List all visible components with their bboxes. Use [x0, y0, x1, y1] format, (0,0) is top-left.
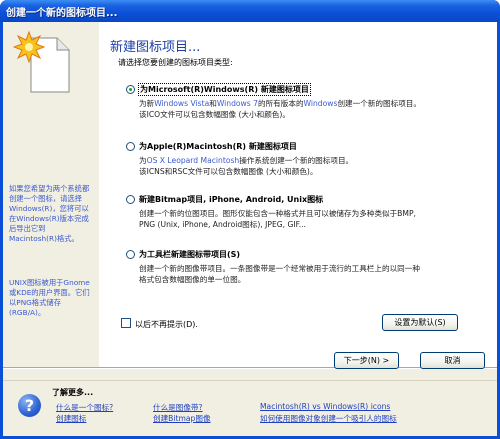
desc-segment: OS X Leopard Macintosh	[146, 156, 240, 165]
option-toolbar-strip-desc: 创建一个新的图像带项目。一条图像带是一个经常被用于流行的工具栏上的以同一种 格式包…	[139, 263, 479, 285]
desc-segment: 创建一个新的位图项目。图形仅能包含一种格式并且可以被储存为多种类似于BMP,	[139, 209, 416, 218]
learn-more-heading: 了解更多...	[52, 388, 94, 397]
cancel-button[interactable]: 取消	[420, 352, 485, 369]
option-macintosh-desc: 为OS X Leopard Macintosh操作系统创建一个新的图标项目。该I…	[139, 155, 479, 177]
link-mac-vs-windows[interactable]: Macintosh(R) vs Windows(R) icons	[260, 402, 390, 411]
page-subtitle: 请选择您要创建的图标项目类型:	[118, 58, 233, 67]
link-image-object-howto[interactable]: 如何使用图像对象创建一个吸引人的图标	[260, 413, 397, 424]
desc-segment: 创建一个新的图像带项目。一条图像带是一个经常被用于流行的工具栏上的以同一种	[139, 264, 420, 273]
option-bitmap-label[interactable]: 新建Bitmap项目, iPhone, Android, Unix图标	[139, 194, 323, 205]
option-windows-desc: 为新Windows Vista和Windows 7的所有版本的Windows创建…	[139, 98, 479, 120]
radio-windows[interactable]	[126, 85, 135, 94]
option-toolbar-strip-label[interactable]: 为工具栏新建图标带项目(S)	[139, 249, 240, 260]
dialog-window: 创建一个新的图标项目... 如果您希望为两个系统都创建一个图标，请选择Windo…	[0, 0, 500, 439]
help-icon: ?	[18, 394, 41, 417]
side-text-unix-hint: UNIX图标被用于Gnome或KDE的用户界面。它们以PNG格式储存(RGB/A…	[9, 278, 90, 317]
desc-segment: Windows	[303, 99, 338, 108]
page-title: 新建图标项目...	[110, 40, 201, 55]
side-text-windows-hint: 如果您希望为两个系统都创建一个图标，请选择Windows(R)，您将可以在Win…	[9, 184, 90, 243]
desc-segment: Windows 7	[216, 99, 258, 108]
next-button[interactable]: 下一步(N) >	[334, 352, 399, 369]
title-bar[interactable]: 创建一个新的图标项目...	[0, 0, 500, 22]
radio-macintosh[interactable]	[126, 142, 135, 151]
desc-segment: 该ICO文件可以包含数幅图像 (大小和颜色)。	[139, 110, 290, 119]
option-bitmap-desc: 创建一个新的位图项目。图形仅能包含一种格式并且可以被储存为多种类似于BMP, PN…	[139, 208, 479, 230]
dont-show-again-label[interactable]: 以后不再提示(D).	[135, 319, 198, 330]
desc-segment: 操作系统创建一个新的图标项目。	[239, 156, 354, 165]
main-panel: 新建图标项目... 请选择您要创建的图标项目类型: 为Microsoft(R)W…	[99, 22, 497, 367]
desc-segment: 和	[209, 99, 217, 108]
link-what-is-icon[interactable]: 什么是一个图标?	[56, 402, 113, 413]
learn-more-panel: ? 了解更多... 什么是一个图标? 创建图标 什么是图像带? 创建Bitmap…	[3, 380, 497, 436]
starburst-icon	[13, 30, 46, 64]
dont-show-again-checkbox[interactable]	[121, 318, 131, 328]
option-windows-label[interactable]: 为Microsoft(R)Windows(R) 新建图标项目	[138, 83, 311, 96]
option-macintosh-label[interactable]: 为Apple(R)Macintosh(R) 新建图标项目	[139, 141, 297, 152]
desc-segment: 的所有版本的	[257, 99, 304, 108]
desc-segment: PNG (Unix, iPhone, Android图标), JPEG, GIF…	[139, 220, 306, 229]
desc-segment: 为	[139, 156, 147, 165]
document-new-icon	[13, 30, 70, 93]
link-what-is-strip[interactable]: 什么是图像带?	[153, 402, 203, 413]
desc-segment: Windows Vista	[154, 99, 210, 108]
radio-toolbar-strip[interactable]	[126, 250, 135, 259]
desc-segment: 创建一个新的图标项目。	[337, 99, 421, 108]
desc-segment: 格式包含数幅图像的单一位图。	[139, 275, 246, 284]
side-panel: 如果您希望为两个系统都创建一个图标，请选择Windows(R)，您将可以在Win…	[3, 22, 99, 367]
set-default-button[interactable]: 设置为默认(S)	[382, 314, 458, 331]
radio-bitmap[interactable]	[126, 195, 135, 204]
dialog-client: 如果您希望为两个系统都创建一个图标，请选择Windows(R)，您将可以在Win…	[3, 22, 497, 436]
desc-segment: 为新	[139, 99, 155, 108]
desc-segment: 该ICNS和RSC文件可以包含数幅图像 (大小和颜色)。	[139, 167, 318, 176]
window-title: 创建一个新的图标项目...	[6, 8, 118, 19]
link-create-icon[interactable]: 创建图标	[56, 413, 86, 424]
link-create-bitmap[interactable]: 创建Bitmap图像	[153, 413, 211, 424]
